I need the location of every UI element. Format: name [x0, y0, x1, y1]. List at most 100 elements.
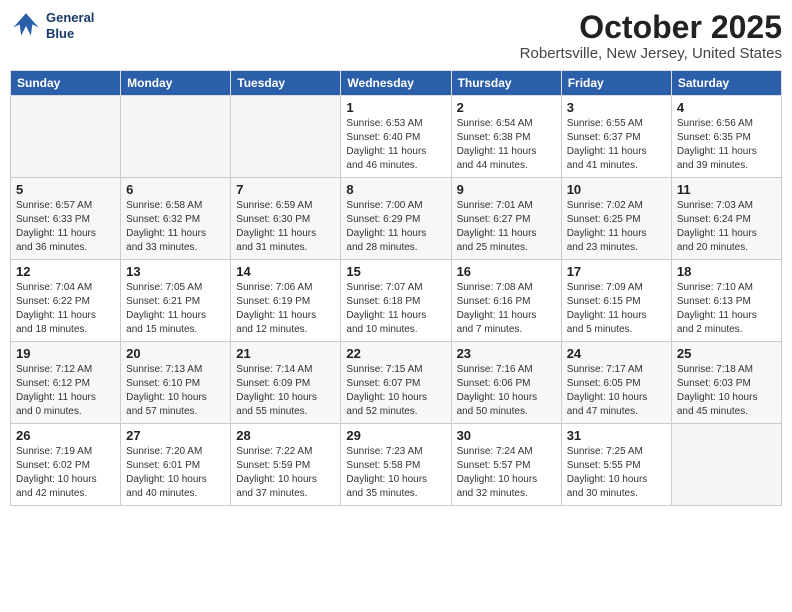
- calendar-week-row: 26Sunrise: 7:19 AM Sunset: 6:02 PM Dayli…: [11, 424, 782, 506]
- day-number: 9: [457, 182, 556, 197]
- day-number: 26: [16, 428, 115, 443]
- day-info: Sunrise: 7:20 AM Sunset: 6:01 PM Dayligh…: [126, 445, 225, 501]
- calendar-week-row: 5 Sunrise: 6:57 AM Sunset: 6:33 PM Daylig…: [11, 178, 782, 260]
- day-number: 5: [16, 182, 115, 197]
- day-number: 1: [346, 100, 445, 115]
- calendar-cell: 9 Sunrise: 7:01 AM Sunset: 6:27 PM Daylig…: [451, 178, 561, 260]
- weekday-header-friday: Friday: [561, 71, 671, 96]
- day-info: Sunrise: 7:22 AM Sunset: 5:59 PM Dayligh…: [236, 445, 335, 501]
- weekday-header-tuesday: Tuesday: [231, 71, 341, 96]
- day-info: Sunrise: 7:09 AM Sunset: 6:15 PM Dayligh…: [567, 281, 666, 337]
- day-number: 8: [346, 182, 445, 197]
- calendar-cell: 1 Sunrise: 6:53 AM Sunset: 6:40 PM Daylig…: [341, 96, 451, 178]
- day-number: 28: [236, 428, 335, 443]
- title-block: October 2025 Robertsville, New Jersey, U…: [520, 10, 782, 62]
- location-title: Robertsville, New Jersey, United States: [520, 45, 782, 62]
- day-number: 10: [567, 182, 666, 197]
- calendar-cell: 31 Sunrise: 7:25 AM Sunset: 5:55 PM Dayli…: [561, 424, 671, 506]
- day-info: Sunrise: 6:53 AM Sunset: 6:40 PM Dayligh…: [346, 117, 445, 173]
- day-info: Sunrise: 7:15 AM Sunset: 6:07 PM Dayligh…: [346, 363, 445, 419]
- day-number: 4: [677, 100, 776, 115]
- day-info: Sunrise: 7:05 AM Sunset: 6:21 PM Dayligh…: [126, 281, 225, 337]
- calendar-cell: 2 Sunrise: 6:54 AM Sunset: 6:38 PM Daylig…: [451, 96, 561, 178]
- day-info: Sunrise: 7:10 AM Sunset: 6:13 PM Dayligh…: [677, 281, 776, 337]
- day-info: Sunrise: 7:24 AM Sunset: 5:57 PM Dayligh…: [457, 445, 556, 501]
- calendar-cell: 30 Sunrise: 7:24 AM Sunset: 5:57 PM Dayli…: [451, 424, 561, 506]
- calendar-cell: 22 Sunrise: 7:15 AM Sunset: 6:07 PM Dayli…: [341, 342, 451, 424]
- calendar-cell: 20 Sunrise: 7:13 AM Sunset: 6:10 PM Dayli…: [121, 342, 231, 424]
- calendar-cell: 26Sunrise: 7:19 AM Sunset: 6:02 PM Dayli…: [11, 424, 121, 506]
- calendar-cell: 15 Sunrise: 7:07 AM Sunset: 6:18 PM Dayli…: [341, 260, 451, 342]
- day-number: 23: [457, 346, 556, 361]
- day-number: 21: [236, 346, 335, 361]
- calendar-cell: [11, 96, 121, 178]
- day-number: 22: [346, 346, 445, 361]
- day-info: Sunrise: 7:00 AM Sunset: 6:29 PM Dayligh…: [346, 199, 445, 255]
- logo-line1: General: [46, 10, 94, 26]
- weekday-header-sunday: Sunday: [11, 71, 121, 96]
- weekday-header-monday: Monday: [121, 71, 231, 96]
- day-number: 31: [567, 428, 666, 443]
- month-title: October 2025: [520, 10, 782, 45]
- logo: General Blue: [10, 10, 94, 42]
- day-number: 24: [567, 346, 666, 361]
- calendar-cell: 21 Sunrise: 7:14 AM Sunset: 6:09 PM Dayli…: [231, 342, 341, 424]
- day-number: 30: [457, 428, 556, 443]
- page-header: General Blue October 2025 Robertsville, …: [10, 10, 782, 62]
- weekday-header-thursday: Thursday: [451, 71, 561, 96]
- calendar-cell: 4 Sunrise: 6:56 AM Sunset: 6:35 PM Daylig…: [671, 96, 781, 178]
- day-number: 13: [126, 264, 225, 279]
- day-info: Sunrise: 6:55 AM Sunset: 6:37 PM Dayligh…: [567, 117, 666, 173]
- day-info: Sunrise: 7:06 AM Sunset: 6:19 PM Dayligh…: [236, 281, 335, 337]
- day-info: Sunrise: 6:57 AM Sunset: 6:33 PM Dayligh…: [16, 199, 115, 255]
- calendar-cell: 18 Sunrise: 7:10 AM Sunset: 6:13 PM Dayli…: [671, 260, 781, 342]
- day-info: Sunrise: 6:58 AM Sunset: 6:32 PM Dayligh…: [126, 199, 225, 255]
- day-number: 19: [16, 346, 115, 361]
- day-info: Sunrise: 7:16 AM Sunset: 6:06 PM Dayligh…: [457, 363, 556, 419]
- calendar-cell: [671, 424, 781, 506]
- calendar-cell: 28 Sunrise: 7:22 AM Sunset: 5:59 PM Dayli…: [231, 424, 341, 506]
- day-number: 15: [346, 264, 445, 279]
- calendar-cell: 13 Sunrise: 7:05 AM Sunset: 6:21 PM Dayli…: [121, 260, 231, 342]
- calendar-cell: [231, 96, 341, 178]
- calendar-table: SundayMondayTuesdayWednesdayThursdayFrid…: [10, 70, 782, 506]
- calendar-cell: 27 Sunrise: 7:20 AM Sunset: 6:01 PM Dayli…: [121, 424, 231, 506]
- day-info: Sunrise: 7:07 AM Sunset: 6:18 PM Dayligh…: [346, 281, 445, 337]
- day-number: 2: [457, 100, 556, 115]
- day-number: 27: [126, 428, 225, 443]
- day-info: Sunrise: 6:56 AM Sunset: 6:35 PM Dayligh…: [677, 117, 776, 173]
- weekday-header-row: SundayMondayTuesdayWednesdayThursdayFrid…: [11, 71, 782, 96]
- day-info: Sunrise: 7:13 AM Sunset: 6:10 PM Dayligh…: [126, 363, 225, 419]
- day-number: 7: [236, 182, 335, 197]
- calendar-cell: 16 Sunrise: 7:08 AM Sunset: 6:16 PM Dayli…: [451, 260, 561, 342]
- calendar-cell: 29Sunrise: 7:23 AM Sunset: 5:58 PM Dayli…: [341, 424, 451, 506]
- logo-icon: [10, 10, 42, 42]
- day-number: 17: [567, 264, 666, 279]
- day-info: Sunrise: 7:14 AM Sunset: 6:09 PM Dayligh…: [236, 363, 335, 419]
- calendar-cell: 3 Sunrise: 6:55 AM Sunset: 6:37 PM Daylig…: [561, 96, 671, 178]
- day-info: Sunrise: 7:02 AM Sunset: 6:25 PM Dayligh…: [567, 199, 666, 255]
- day-number: 20: [126, 346, 225, 361]
- day-info: Sunrise: 7:01 AM Sunset: 6:27 PM Dayligh…: [457, 199, 556, 255]
- day-number: 16: [457, 264, 556, 279]
- day-number: 29: [346, 428, 445, 443]
- day-number: 12: [16, 264, 115, 279]
- calendar-cell: [121, 96, 231, 178]
- calendar-cell: 23 Sunrise: 7:16 AM Sunset: 6:06 PM Dayli…: [451, 342, 561, 424]
- calendar-week-row: 19Sunrise: 7:12 AM Sunset: 6:12 PM Dayli…: [11, 342, 782, 424]
- day-info: Sunrise: 6:54 AM Sunset: 6:38 PM Dayligh…: [457, 117, 556, 173]
- calendar-cell: 17 Sunrise: 7:09 AM Sunset: 6:15 PM Dayli…: [561, 260, 671, 342]
- calendar-cell: 14Sunrise: 7:06 AM Sunset: 6:19 PM Dayli…: [231, 260, 341, 342]
- day-info: Sunrise: 6:59 AM Sunset: 6:30 PM Dayligh…: [236, 199, 335, 255]
- calendar-cell: 25Sunrise: 7:18 AM Sunset: 6:03 PM Dayli…: [671, 342, 781, 424]
- day-info: Sunrise: 7:25 AM Sunset: 5:55 PM Dayligh…: [567, 445, 666, 501]
- day-info: Sunrise: 7:17 AM Sunset: 6:05 PM Dayligh…: [567, 363, 666, 419]
- day-number: 6: [126, 182, 225, 197]
- day-info: Sunrise: 7:08 AM Sunset: 6:16 PM Dayligh…: [457, 281, 556, 337]
- calendar-cell: 12 Sunrise: 7:04 AM Sunset: 6:22 PM Dayli…: [11, 260, 121, 342]
- calendar-cell: 10 Sunrise: 7:02 AM Sunset: 6:25 PM Dayli…: [561, 178, 671, 260]
- day-info: Sunrise: 7:04 AM Sunset: 6:22 PM Dayligh…: [16, 281, 115, 337]
- day-number: 3: [567, 100, 666, 115]
- day-number: 18: [677, 264, 776, 279]
- calendar-week-row: 1 Sunrise: 6:53 AM Sunset: 6:40 PM Daylig…: [11, 96, 782, 178]
